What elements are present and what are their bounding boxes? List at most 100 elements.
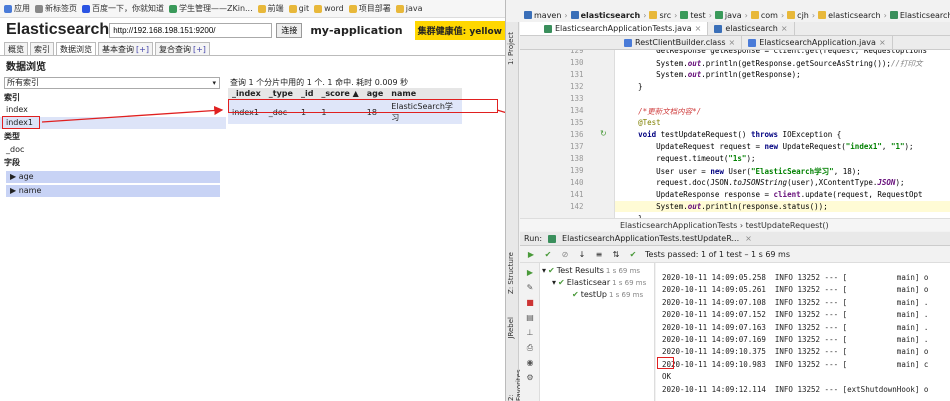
rerun-icon[interactable]: ▶ <box>526 249 536 259</box>
console-line: 2020-10-11 14:09:07.108 INFO 13252 --- [… <box>662 297 929 307</box>
tab-restclientbuilder[interactable]: RestClientBuilder.class × <box>520 36 743 50</box>
tree-label: testUp <box>580 290 607 299</box>
line-number: 134 <box>570 106 584 115</box>
breadcrumb-label: maven <box>534 10 562 20</box>
breadcrumb-separator: › <box>883 10 887 20</box>
line-number: 137 <box>570 142 584 151</box>
line-number: 130 <box>570 58 584 67</box>
settings-icon[interactable]: ⚙ <box>525 373 535 383</box>
console-output[interactable]: 2020-10-11 14:09:05.258 INFO 13252 --- [… <box>656 263 950 401</box>
sort-alpha-icon[interactable]: ↓ <box>577 249 587 259</box>
code-line: UpdateResponse response = client.update(… <box>620 190 923 199</box>
breadcrumb-separator: › <box>811 10 816 20</box>
breadcrumb-separator: › <box>780 10 785 20</box>
run-config-name[interactable]: ElasticsearchApplicationTests.testUpdate… <box>562 234 739 243</box>
code-line: request.doc(JSON.toJSONString(user),XCon… <box>620 178 905 187</box>
close-icon[interactable]: × <box>879 36 886 50</box>
line-number: 142 <box>570 202 584 211</box>
passed-check-icon: ✔ <box>572 290 579 299</box>
close-icon[interactable]: × <box>695 22 702 36</box>
passed-check-icon: ✔ <box>629 249 637 259</box>
folder-icon <box>787 11 796 19</box>
console-line: 2020-10-11 14:09:10.983 INFO 13252 --- [… <box>662 359 929 369</box>
breadcrumb-label: com <box>760 10 778 20</box>
close-icon[interactable]: × <box>781 22 788 36</box>
console-line: 2020-10-11 14:09:05.258 INFO 13252 --- [… <box>662 273 929 282</box>
tab-elasticsearch[interactable]: elasticsearch × <box>708 22 795 36</box>
code-line: UpdateRequest request = new UpdateReques… <box>620 142 914 151</box>
breadcrumb-separator: › <box>708 10 712 20</box>
folder-icon <box>889 11 898 19</box>
code-line: System.out.println(getResponse); <box>620 70 801 79</box>
stop-icon[interactable]: ■ <box>525 298 535 308</box>
close-icon[interactable]: × <box>729 36 736 50</box>
code-line: System.out.println(getResponse.getSource… <box>620 59 923 68</box>
test-results-tree: ▾ ✔ Test Results 1 s 69 ms ▾ ✔ Elasticsear 1 s… <box>540 263 655 401</box>
print-icon[interactable]: ⎙ <box>525 343 535 353</box>
tab-label: RestClientBuilder.class <box>635 37 726 47</box>
module-icon <box>714 24 723 33</box>
folder-icon <box>818 11 827 19</box>
camera-icon[interactable]: ◉ <box>525 358 535 368</box>
breadcrumb-item[interactable]: com <box>750 10 778 20</box>
breadcrumb-item[interactable]: ElasticsearchApplicationT <box>889 11 950 20</box>
line-number: 139 <box>570 166 584 175</box>
breadcrumb-item[interactable]: maven <box>524 11 561 20</box>
tree-node-test[interactable]: ✔ testUp 1 s 69 ms <box>572 290 643 299</box>
line-number: 132 <box>570 82 584 91</box>
ide-breadcrumb: maven › elasticsearch › src › test › java › com › cj… <box>506 8 950 22</box>
tab-tests-java[interactable]: ElasticsearchApplicationTests.java × <box>520 22 709 36</box>
tool-structure[interactable]: Z: Structure <box>507 252 515 294</box>
stop-filter-icon[interactable]: ⊘ <box>560 249 570 259</box>
breadcrumb-item[interactable]: elasticsearch <box>570 11 640 20</box>
breadcrumb-item[interactable]: cjh <box>787 11 809 20</box>
rerun-icon[interactable]: ▶ <box>525 268 535 278</box>
editor-tabs: ElasticsearchApplicationTests.java × elas… <box>520 22 950 36</box>
tab-label: elasticsearch <box>725 23 778 33</box>
close-icon[interactable]: × <box>745 234 752 243</box>
tool-jrebel[interactable]: JRebel <box>507 317 515 339</box>
code-editor[interactable]: 129 130 131 132 133 134 135 136 137 138 139 140 141 1… <box>520 50 950 218</box>
sort-duration-icon[interactable]: ≡ <box>594 249 604 259</box>
pin-icon[interactable]: ⊥ <box>525 328 535 338</box>
code-breadcrumb: ElasticsearchApplicationTests › testUpda… <box>520 218 950 231</box>
layout-icon[interactable]: ▤ <box>525 313 535 323</box>
check-filter-icon[interactable]: ✔ <box>543 249 553 259</box>
tests-passed-status: Tests passed: 1 of 1 test – 1 s 69 ms <box>645 249 791 259</box>
tool-project[interactable]: 1: Project <box>507 32 515 65</box>
console-line: 2020-10-11 14:09:12.114 INFO 13252 --- [… <box>662 384 929 394</box>
tab-label: ElasticsearchApplication.java <box>759 37 876 47</box>
breadcrumb-item[interactable]: test <box>680 11 706 20</box>
collapse-icon[interactable]: ⇅ <box>611 249 621 259</box>
run-side-toolbar: ▶ ✎ ■ ▤ ⊥ ⎙ ◉ ⚙ <box>520 263 540 401</box>
tree-label: Test Results <box>556 266 604 275</box>
folder-icon <box>649 11 658 19</box>
tree-time: 1 s 69 ms <box>609 290 644 299</box>
tab-application-java[interactable]: ElasticsearchApplication.java × <box>742 36 893 50</box>
breadcrumb-item[interactable]: src <box>649 11 671 20</box>
tab-label: ElasticsearchApplicationTests.java <box>555 23 692 33</box>
class-icon <box>624 38 632 47</box>
console-line: 2020-10-11 14:09:07.152 INFO 13252 --- [… <box>662 310 929 320</box>
code-line: } <box>620 82 643 91</box>
code-line: System.out.println(response.status()); <box>620 202 828 211</box>
folder-icon <box>750 11 759 19</box>
wrench-icon[interactable]: ✎ <box>525 283 535 293</box>
run-gutter-icon[interactable]: ↻ <box>600 129 607 138</box>
breadcrumb-item[interactable]: elasticsearch <box>818 11 881 20</box>
line-number: 135 <box>570 118 584 127</box>
folder-icon <box>524 11 532 19</box>
breadcrumb-label: cjh <box>797 10 809 20</box>
run-toolbar: ▶ ✔ ⊘ ↓ ≡ ⇅ ✔ Tests passed: 1 of 1 test … <box>520 246 950 263</box>
line-number: 129 <box>570 50 584 55</box>
breadcrumb-separator: › <box>643 10 647 20</box>
tree-node-class[interactable]: ▾ ✔ Elasticsear 1 s 69 ms <box>552 278 646 287</box>
breadcrumb-label: src <box>659 10 672 20</box>
breadcrumb-item[interactable]: java <box>714 11 742 20</box>
tree-node-root[interactable]: ▾ ✔ Test Results 1 s 69 ms <box>542 266 640 275</box>
breadcrumb-separator: › <box>674 10 678 20</box>
ide-window: maven › elasticsearch › src › test › java › com › cj… <box>505 0 950 401</box>
line-number: 138 <box>570 154 584 163</box>
code-line: void testUpdateRequest() throws IOExcept… <box>638 130 842 139</box>
run-label: Run: <box>524 234 543 243</box>
